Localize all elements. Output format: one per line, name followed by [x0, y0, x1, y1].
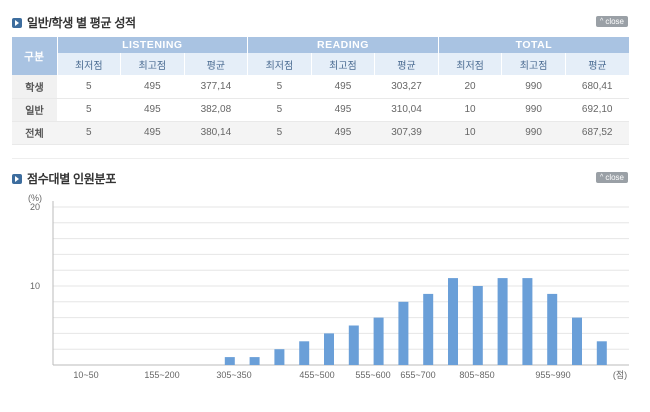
chart-bar	[448, 278, 458, 365]
chart-bar	[348, 325, 359, 365]
chart-bar	[547, 293, 558, 365]
chart-bar	[572, 317, 582, 365]
chart-bar	[299, 341, 310, 365]
chart-bar	[224, 357, 235, 365]
x-tick-label: 305~350	[216, 370, 251, 380]
x-tick-label: 805~850	[459, 370, 494, 380]
x-tick-label: 455~500	[299, 370, 334, 380]
chart-bar	[423, 293, 434, 365]
chart-bar	[596, 341, 607, 365]
y-tick-label: 20	[30, 202, 40, 212]
chart-bar	[497, 278, 508, 365]
chart-bar	[324, 333, 334, 365]
chart-bar	[249, 357, 260, 365]
x-tick-label: 555~600	[355, 370, 390, 380]
chart-bar	[522, 278, 533, 365]
x-axis-label: (점)	[613, 369, 627, 380]
chart-bar	[274, 349, 285, 365]
chart-bar	[472, 286, 483, 365]
distribution-chart: (%)102010~50 155~200 305~350 455~500 555~600…	[28, 193, 629, 380]
y-tick-label: 10	[30, 281, 40, 291]
x-tick-label: 10~50	[73, 370, 98, 380]
chart-bar	[398, 301, 409, 365]
chart-bar	[373, 317, 384, 365]
x-tick-label: 155~200	[144, 370, 179, 380]
x-tick-label: 955~990	[535, 370, 570, 380]
x-tick-label: 655~700	[400, 370, 435, 380]
